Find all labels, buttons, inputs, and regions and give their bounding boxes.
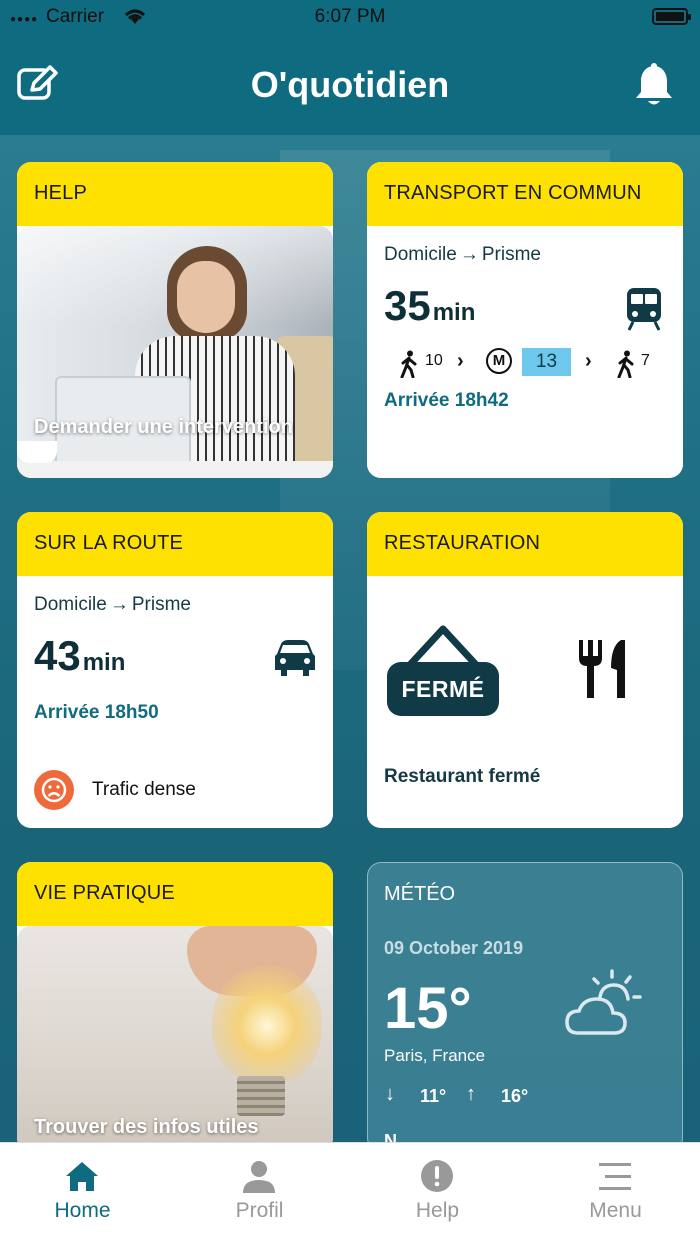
home-icon <box>66 1162 98 1191</box>
restauration-card-body: FERMÉ Restaurant fermé <box>367 576 683 828</box>
transport-card[interactable]: TRANSPORT EN COMMUN Domicile → Prisme 35mi… <box>367 162 683 478</box>
closed-sign-text: FERMÉ <box>401 676 485 702</box>
chevron-right-icon: › <box>585 350 592 372</box>
route-duration-unit: min <box>82 649 126 676</box>
meteo-max: 16° <box>501 1086 529 1106</box>
route-from: Domicile <box>34 594 107 615</box>
arrow-right-icon: → <box>459 244 479 265</box>
arrow-up-icon: ↑ <box>466 1083 476 1105</box>
tab-bar: Home Profil Help Menu <box>0 1142 700 1245</box>
route-card[interactable]: SUR LA ROUTE Domicile → Prisme 43min Arriv… <box>17 512 333 828</box>
meteo-temperature: 15° <box>384 976 472 1041</box>
tab-home[interactable]: Home <box>0 1143 170 1245</box>
transport-arrival: Arrivée 18h42 <box>384 390 509 411</box>
transport-duration: 35min <box>384 282 475 330</box>
tab-menu[interactable]: Menu <box>528 1143 700 1245</box>
arrow-down-icon: ↓ <box>385 1083 395 1105</box>
meteo-min: 11° <box>420 1086 447 1106</box>
bell-icon[interactable] <box>632 62 676 108</box>
walk1-minutes: 10 <box>425 352 443 369</box>
arrow-right-icon: → <box>109 594 129 615</box>
sad-face-icon <box>34 770 74 810</box>
tab-profil-label: Profil <box>235 1199 284 1222</box>
status-bar: ●●●● Carrier 6:07 PM <box>0 0 700 34</box>
help-photo <box>17 226 333 478</box>
transport-route: Domicile → Prisme <box>384 244 541 266</box>
walk-icon <box>400 350 417 378</box>
chevron-right-icon: › <box>457 350 464 372</box>
route-to: Prisme <box>131 594 191 615</box>
menu-icon <box>599 1163 631 1190</box>
route-duration: 43min <box>34 632 125 680</box>
route-card-body: Domicile → Prisme 43min Arrivée 18h50 Traf… <box>17 576 333 828</box>
meteo-date: 09 October 2019 <box>384 938 524 958</box>
help-card[interactable]: HELP Demander une intervention <box>17 162 333 478</box>
metro-icon: M <box>486 348 512 374</box>
route-card-title: SUR LA ROUTE <box>17 512 333 576</box>
walk-icon <box>617 350 634 378</box>
app-header: O'quotidien <box>0 34 700 135</box>
help-card-title: HELP <box>17 162 333 226</box>
tab-profil[interactable]: Profil <box>172 1143 347 1245</box>
transport-duration-unit: min <box>432 299 476 326</box>
app-title: O'quotidien <box>250 64 450 105</box>
transport-card-body: Domicile → Prisme 35min 10 › M 13 › 7 Arri… <box>367 226 683 478</box>
route-duration-value: 43 <box>34 632 81 679</box>
meteo-card-title: MÉTÉO <box>384 883 456 905</box>
walk2-minutes: 7 <box>641 352 650 369</box>
meteo-card[interactable]: MÉTÉO 09 October 2019 15° Paris, France … <box>367 862 683 1152</box>
battery-icon <box>652 8 691 25</box>
metro-line-badge: 13 <box>522 348 571 376</box>
tab-menu-label: Menu <box>589 1199 642 1222</box>
restaurant-status: Restaurant fermé <box>384 766 541 787</box>
restauration-card[interactable]: RESTAURATION FERMÉ Restaurant fermé <box>367 512 683 828</box>
car-icon <box>275 640 315 676</box>
transport-card-title: TRANSPORT EN COMMUN <box>367 162 683 226</box>
transport-duration-value: 35 <box>384 282 431 329</box>
route-route: Domicile → Prisme <box>34 594 191 616</box>
traffic-status: Trafic dense <box>92 779 196 800</box>
help-caption: Demander une intervention <box>34 416 293 438</box>
utensils-icon <box>579 640 625 698</box>
alert-icon <box>421 1160 453 1192</box>
train-icon <box>627 288 661 331</box>
status-time: 6:07 PM <box>314 6 386 27</box>
partly-cloudy-icon <box>565 969 642 1035</box>
vie-pratique-caption: Trouver des infos utiles <box>34 1116 259 1138</box>
route-arrival: Arrivée 18h50 <box>34 702 159 723</box>
meteo-location: Paris, France <box>384 1046 486 1065</box>
user-icon <box>243 1161 275 1193</box>
transport-to: Prisme <box>481 244 541 265</box>
restauration-card-title: RESTAURATION <box>367 512 683 576</box>
vie-pratique-card[interactable]: VIE PRATIQUE Trouver des infos utiles <box>17 862 333 1152</box>
transport-from: Domicile <box>384 244 457 265</box>
vie-pratique-card-title: VIE PRATIQUE <box>17 862 333 926</box>
tab-help-label: Help <box>415 1199 460 1222</box>
tab-help[interactable]: Help <box>350 1143 525 1245</box>
tab-home-label: Home <box>54 1199 111 1222</box>
